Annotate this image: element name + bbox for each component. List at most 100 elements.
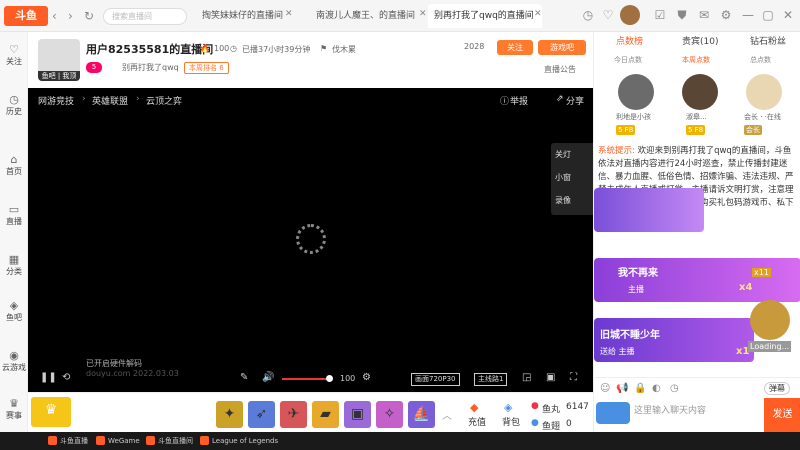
rank-avatar-2[interactable] xyxy=(682,74,718,110)
clock-icon[interactable]: ◷ xyxy=(670,383,679,394)
gift-ship-icon[interactable]: ⛵ xyxy=(408,401,435,428)
douyu-logo[interactable]: 斗鱼 xyxy=(4,6,48,26)
history-icon[interactable]: ◷ xyxy=(580,7,596,23)
widescreen-icon[interactable]: ▣ xyxy=(546,372,555,383)
tab-close-icon[interactable]: ✕ xyxy=(534,9,542,19)
tab-points-rank[interactable]: 点数榜 xyxy=(616,34,643,47)
gamepad-icon: ◉ xyxy=(9,349,19,362)
treasure-chest-icon[interactable] xyxy=(750,300,790,340)
mail-icon[interactable]: ✉ xyxy=(696,7,712,23)
barrage-toggle[interactable]: 弹幕 xyxy=(764,382,790,395)
home-icon: ⌂ xyxy=(10,153,18,166)
nav-history[interactable]: ◷ 历史 xyxy=(0,94,28,117)
pip-icon[interactable]: ◲ xyxy=(522,372,531,383)
heart-icon[interactable]: ♡ xyxy=(600,7,616,23)
fullscreen-icon[interactable]: ⛶ xyxy=(570,372,577,383)
recharge-button[interactable]: 充值 xyxy=(468,415,486,428)
mini-window-button[interactable]: 小窗 xyxy=(551,166,593,189)
emoji-icon[interactable]: ☺ xyxy=(600,383,610,394)
streamer-avatar[interactable]: 鱼吧 | 我顶 xyxy=(38,39,80,81)
rank-avatar-1[interactable] xyxy=(618,74,654,110)
nav-events[interactable]: ♛ 赛事 xyxy=(0,398,28,421)
taskbar-item-1[interactable]: 斗鱼直播 xyxy=(48,435,88,447)
chevron-up-icon[interactable]: ︿ xyxy=(442,407,452,422)
volume-slider[interactable] xyxy=(282,378,328,380)
rank-name-3[interactable]: 会长 · ·在线 xyxy=(744,112,800,122)
tab-vip[interactable]: 贵宾(10) xyxy=(682,34,718,47)
video-player[interactable]: 网游竞技 › 英雄联盟 › 云顶之弈 ⓘ 举报 ⇗ 分享 关灯 小窗 录像 ❚❚… xyxy=(28,88,593,392)
refresh-icon[interactable]: ⟲ xyxy=(62,372,70,383)
gift-sparkle-icon[interactable]: ✧ xyxy=(376,401,403,428)
line-select[interactable]: 主线路1 xyxy=(474,373,508,386)
chat-input[interactable]: 这里输入聊天内容 xyxy=(634,403,762,421)
gift-1-icon[interactable]: ✦ xyxy=(216,401,243,428)
nav-follow[interactable]: ♡ 关注 xyxy=(0,44,28,67)
maximize-icon[interactable]: ▢ xyxy=(760,7,776,23)
tab-1[interactable]: 掏笑妹妹仔的直播间 xyxy=(196,4,284,28)
shirt-icon[interactable]: ⛊ xyxy=(674,7,690,23)
breadcrumb-1[interactable]: 网游竞技 xyxy=(38,94,74,107)
share-button[interactable]: 分享 xyxy=(566,94,584,107)
edit-icon[interactable]: ✎ xyxy=(240,372,248,383)
lights-off-button[interactable]: 关灯 xyxy=(551,143,593,166)
search-input[interactable]: 搜索直播间 xyxy=(103,8,187,25)
nav-cloudgame[interactable]: ◉ 云游戏 xyxy=(0,350,28,373)
lock-icon[interactable]: 🔒 xyxy=(634,383,646,394)
fan-badge-icon[interactable] xyxy=(596,402,630,424)
settings-icon[interactable]: ⚙ xyxy=(718,7,734,23)
gift-plane-icon[interactable]: ✈ xyxy=(280,401,307,428)
gift-rocket-icon[interactable]: ➶ xyxy=(248,401,275,428)
horn-icon[interactable]: 📢 xyxy=(616,383,628,394)
rank-trophy-icon[interactable]: ♛ xyxy=(31,397,71,427)
notice-link[interactable]: 直播公告 xyxy=(544,64,576,75)
backpack-button[interactable]: 背包 xyxy=(502,415,520,428)
tab-3-active[interactable]: 别再打我了qwq的直播间 xyxy=(428,4,542,28)
color-icon[interactable]: ◐ xyxy=(652,383,661,394)
gift-banner-small xyxy=(594,188,704,232)
subtab-total[interactable]: 总点数 xyxy=(750,55,771,65)
taskbar-item-2[interactable]: WeGame xyxy=(96,435,140,447)
nav-home[interactable]: ⌂ 首页 xyxy=(0,154,28,177)
left-nav: ♡ 关注 ◷ 历史 ⌂ 首页 ▭ 直播 ▦ 分类 ◈ 鱼吧 ◉ 云游戏 ♛ 赛事 xyxy=(0,32,28,432)
room-header: 鱼吧 | 我顶 用户82535581的直播间 🔥 100 ◷ 已播37小时39分… xyxy=(28,32,593,88)
rank-name-1[interactable]: 利地是小孩 xyxy=(616,112,686,122)
forward-icon[interactable]: › xyxy=(68,9,73,23)
breadcrumb-3[interactable]: 云顶之弈 xyxy=(146,94,182,107)
game-bar-button[interactable]: 游戏吧 xyxy=(538,40,586,55)
report-button[interactable]: 举报 xyxy=(510,94,528,107)
author-tag[interactable]: 伐木累 xyxy=(332,44,356,55)
rank-avatar-3[interactable] xyxy=(746,74,782,110)
streamer-name[interactable]: 别再打我了qwq xyxy=(122,62,179,73)
nav-live[interactable]: ▭ 直播 xyxy=(0,204,28,227)
close-icon[interactable]: ✕ xyxy=(780,7,796,23)
tab-close-icon[interactable]: ✕ xyxy=(419,9,427,19)
task-icon[interactable]: ☑ xyxy=(652,7,668,23)
tab-diamond-fans[interactable]: 钻石粉丝 xyxy=(750,34,786,47)
minimize-icon[interactable]: — xyxy=(740,7,756,23)
user-avatar[interactable] xyxy=(620,5,640,25)
settings-icon[interactable]: ⚙ xyxy=(362,372,371,383)
refresh-icon[interactable]: ↻ xyxy=(84,9,94,23)
heat-icon: 🔥 xyxy=(200,44,210,53)
back-icon[interactable]: ‹ xyxy=(52,9,57,23)
quality-select[interactable]: 画面720P30 xyxy=(411,373,460,386)
volume-knob[interactable] xyxy=(326,375,333,382)
nav-category[interactable]: ▦ 分类 xyxy=(0,254,28,277)
volume-icon[interactable]: 🔊 xyxy=(262,372,274,383)
send-button[interactable]: 发送 xyxy=(764,398,800,432)
subtab-today[interactable]: 今日点数 xyxy=(614,55,642,65)
subtab-week[interactable]: 本周点数 xyxy=(682,55,710,65)
pause-icon[interactable]: ❚❚ xyxy=(40,372,57,383)
taskbar-item-3[interactable]: 斗鱼直播间 xyxy=(146,435,193,447)
taskbar-item-4[interactable]: League of Legends xyxy=(200,435,278,447)
breadcrumb-2[interactable]: 英雄联盟 xyxy=(92,94,128,107)
tab-2[interactable]: 南渡儿人魔王、的直播间 xyxy=(310,4,420,28)
weekly-rank[interactable]: 本周排名 6 xyxy=(184,62,229,74)
gift-gold-icon[interactable]: ▰ xyxy=(312,401,339,428)
follow-button[interactable]: 关注 xyxy=(497,40,533,55)
nav-fishbar[interactable]: ◈ 鱼吧 xyxy=(0,300,28,323)
record-button[interactable]: 录像 xyxy=(551,189,593,212)
tab-close-icon[interactable]: ✕ xyxy=(285,9,293,19)
gift-box-icon[interactable]: ▣ xyxy=(344,401,371,428)
taskbar: 斗鱼直播 WeGame 斗鱼直播间 League of Legends xyxy=(0,432,800,450)
